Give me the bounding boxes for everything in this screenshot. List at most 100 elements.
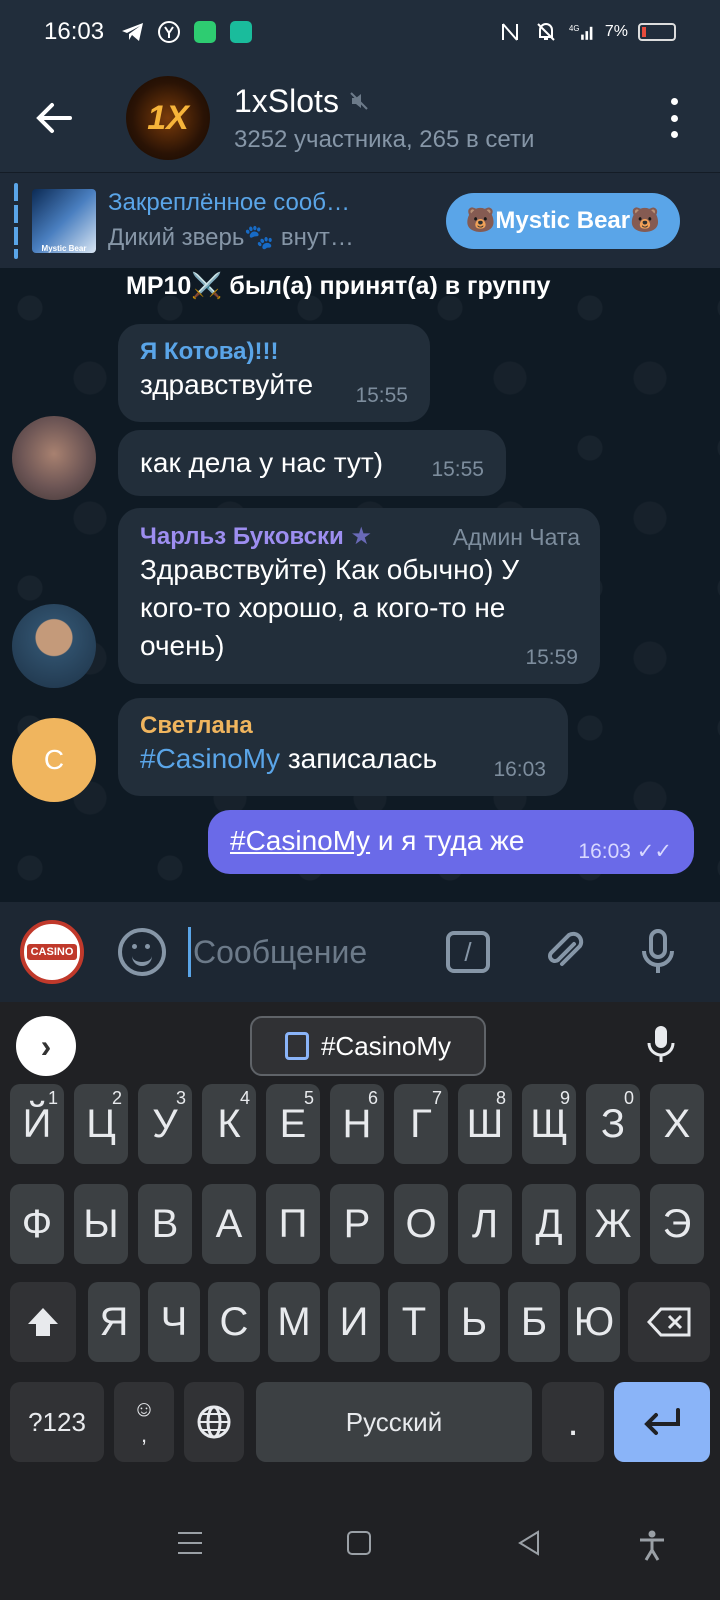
key-row2-1[interactable]: Ф (10, 1184, 64, 1264)
key-7[interactable]: Г7 (394, 1084, 448, 1164)
chat-subtitle: 3252 участника, 265 в сети (234, 125, 535, 153)
chevron-right-icon[interactable]: › (16, 1016, 76, 1076)
double-check-icon: ✓✓ (636, 840, 672, 863)
comma-label: , (140, 1422, 148, 1447)
attach-button[interactable] (540, 928, 588, 976)
key-letter: Е (279, 1101, 307, 1146)
avatar[interactable] (12, 416, 96, 500)
key-letter: З (600, 1101, 626, 1146)
enter-arrow-icon (644, 1408, 680, 1435)
message-bubble[interactable]: Светлана #CasinoMy записалась 16:03 (118, 698, 568, 796)
chat-avatar[interactable]: 1X (126, 76, 210, 160)
key-row3-3[interactable]: С (208, 1282, 260, 1362)
home-square-icon[interactable] (346, 1530, 372, 1556)
key-6[interactable]: Н6 (330, 1084, 384, 1164)
key-row2-3[interactable]: В (138, 1184, 192, 1264)
yandex-icon (156, 19, 182, 45)
message-composer: CASINO Сообщение / (0, 902, 720, 1002)
key-row3-8[interactable]: Б (508, 1282, 560, 1362)
nfc-icon (497, 19, 523, 45)
key-row3-6[interactable]: Т (388, 1282, 440, 1362)
key-number-hint: 3 (175, 1088, 186, 1108)
pinned-text: Закреплённое сооб… Дикий зверь🐾 внут… (108, 189, 398, 252)
bot-commands-button[interactable]: / (446, 931, 490, 973)
key-8[interactable]: Ш8 (458, 1084, 512, 1164)
key-letter: Г (410, 1101, 432, 1146)
key-4[interactable]: К4 (202, 1084, 256, 1164)
recents-menu-icon[interactable] (176, 1530, 204, 1556)
symbols-key[interactable]: ?123 (10, 1382, 104, 1462)
hashtag-link[interactable]: #CasinoMy (230, 825, 370, 856)
back-button[interactable] (26, 90, 82, 146)
key-row2-4[interactable]: А (202, 1184, 256, 1264)
message-list[interactable]: MP10⚔️ был(а) принят(а) в группу Я Котов… (0, 268, 720, 902)
key-9[interactable]: Щ9 (522, 1084, 576, 1164)
space-key[interactable]: Русский (256, 1382, 532, 1462)
message-text-body: и я туда же (370, 825, 525, 856)
keyboard-mic-button[interactable] (646, 1024, 676, 1069)
hashtag-link[interactable]: #CasinoMy (140, 743, 280, 774)
avatar[interactable] (12, 604, 96, 688)
dot-icon (670, 98, 678, 105)
pinned-message-bar[interactable]: Mystic Bear Закреплённое сооб… Дикий зве… (0, 172, 720, 268)
emoji-comma-key[interactable]: ☺ , (114, 1382, 174, 1462)
period-key[interactable]: . (542, 1382, 604, 1462)
outgoing-message-bubble[interactable]: #CasinoMy и я туда же 16:03 ✓✓ (208, 810, 694, 874)
battery-icon (638, 23, 676, 41)
key-5[interactable]: Е5 (266, 1084, 320, 1164)
smile-icon: ☺ (132, 1396, 156, 1421)
signal-icon: 4G (569, 19, 595, 45)
key-row2-8[interactable]: Л (458, 1184, 512, 1264)
key-row2-2[interactable]: Ы (74, 1184, 128, 1264)
message-bubble[interactable]: Я Котова)!!! здравствуйте 15:55 (118, 324, 430, 422)
key-row2-5[interactable]: П (266, 1184, 320, 1264)
enter-key[interactable] (614, 1382, 710, 1462)
message-sender[interactable]: Светлана (140, 712, 546, 740)
avatar[interactable]: С (12, 718, 96, 802)
key-row3-5[interactable]: И (328, 1282, 380, 1362)
key-row3-7[interactable]: Ь (448, 1282, 500, 1362)
system-nav-bar (0, 1490, 720, 1600)
message-text: Здравствуйте) Как обычно) У кого-то хоро… (140, 554, 520, 661)
mute-bell-icon (533, 19, 559, 45)
pinned-action-button[interactable]: 🐻Mystic Bear🐻 (445, 192, 680, 249)
message-bubble[interactable]: как дела у нас тут) 15:55 (118, 430, 506, 496)
key-10[interactable]: З0 (586, 1084, 640, 1164)
key-row3-4[interactable]: М (268, 1282, 320, 1362)
key-2[interactable]: Ц2 (74, 1084, 128, 1164)
chat-info[interactable]: 1xSlots 3252 участника, 265 в сети (234, 83, 534, 154)
message-input[interactable]: Сообщение (188, 927, 428, 977)
key-row2-11[interactable]: Э (650, 1184, 704, 1264)
key-row3-1[interactable]: Я (88, 1282, 140, 1362)
key-3[interactable]: У3 (138, 1084, 192, 1164)
backspace-key[interactable] (628, 1282, 710, 1362)
back-triangle-icon[interactable] (516, 1530, 542, 1556)
key-number-hint: 2 (111, 1088, 122, 1108)
key-row2-9[interactable]: Д (522, 1184, 576, 1264)
key-row3-9[interactable]: Ю (568, 1282, 620, 1362)
message-sender[interactable]: Я Котова)!!! (140, 338, 408, 366)
shift-key[interactable] (10, 1282, 76, 1362)
globe-icon (197, 1405, 231, 1439)
key-row2-10[interactable]: Ж (586, 1184, 640, 1264)
key-11[interactable]: Х (650, 1084, 704, 1164)
message-bubble[interactable]: Чарльз Буковски ★ Админ Чата Здравствуйт… (118, 508, 600, 684)
voice-record-button[interactable] (634, 928, 682, 976)
key-row2-6[interactable]: Р (330, 1184, 384, 1264)
arrow-left-icon (36, 103, 72, 133)
dot-icon (670, 131, 678, 138)
microphone-icon (647, 1026, 675, 1062)
accessibility-icon[interactable] (638, 1530, 666, 1562)
emoji-icon[interactable] (118, 928, 166, 976)
service-message: MP10⚔️ был(а) принят(а) в группу (126, 272, 551, 300)
key-number-hint: 9 (559, 1088, 570, 1108)
key-row2-7[interactable]: О (394, 1184, 448, 1264)
key-1[interactable]: Й1 (10, 1084, 64, 1164)
clipboard-suggestion[interactable]: #CasinoMy (250, 1016, 486, 1076)
language-key[interactable] (184, 1382, 244, 1462)
more-menu-button[interactable] (664, 98, 684, 138)
chat-header: 1X 1xSlots 3252 участника, 265 в сети (0, 64, 720, 172)
send-as-avatar[interactable]: CASINO (20, 920, 84, 984)
key-row3-2[interactable]: Ч (148, 1282, 200, 1362)
message-time-value: 16:03 (578, 840, 631, 863)
